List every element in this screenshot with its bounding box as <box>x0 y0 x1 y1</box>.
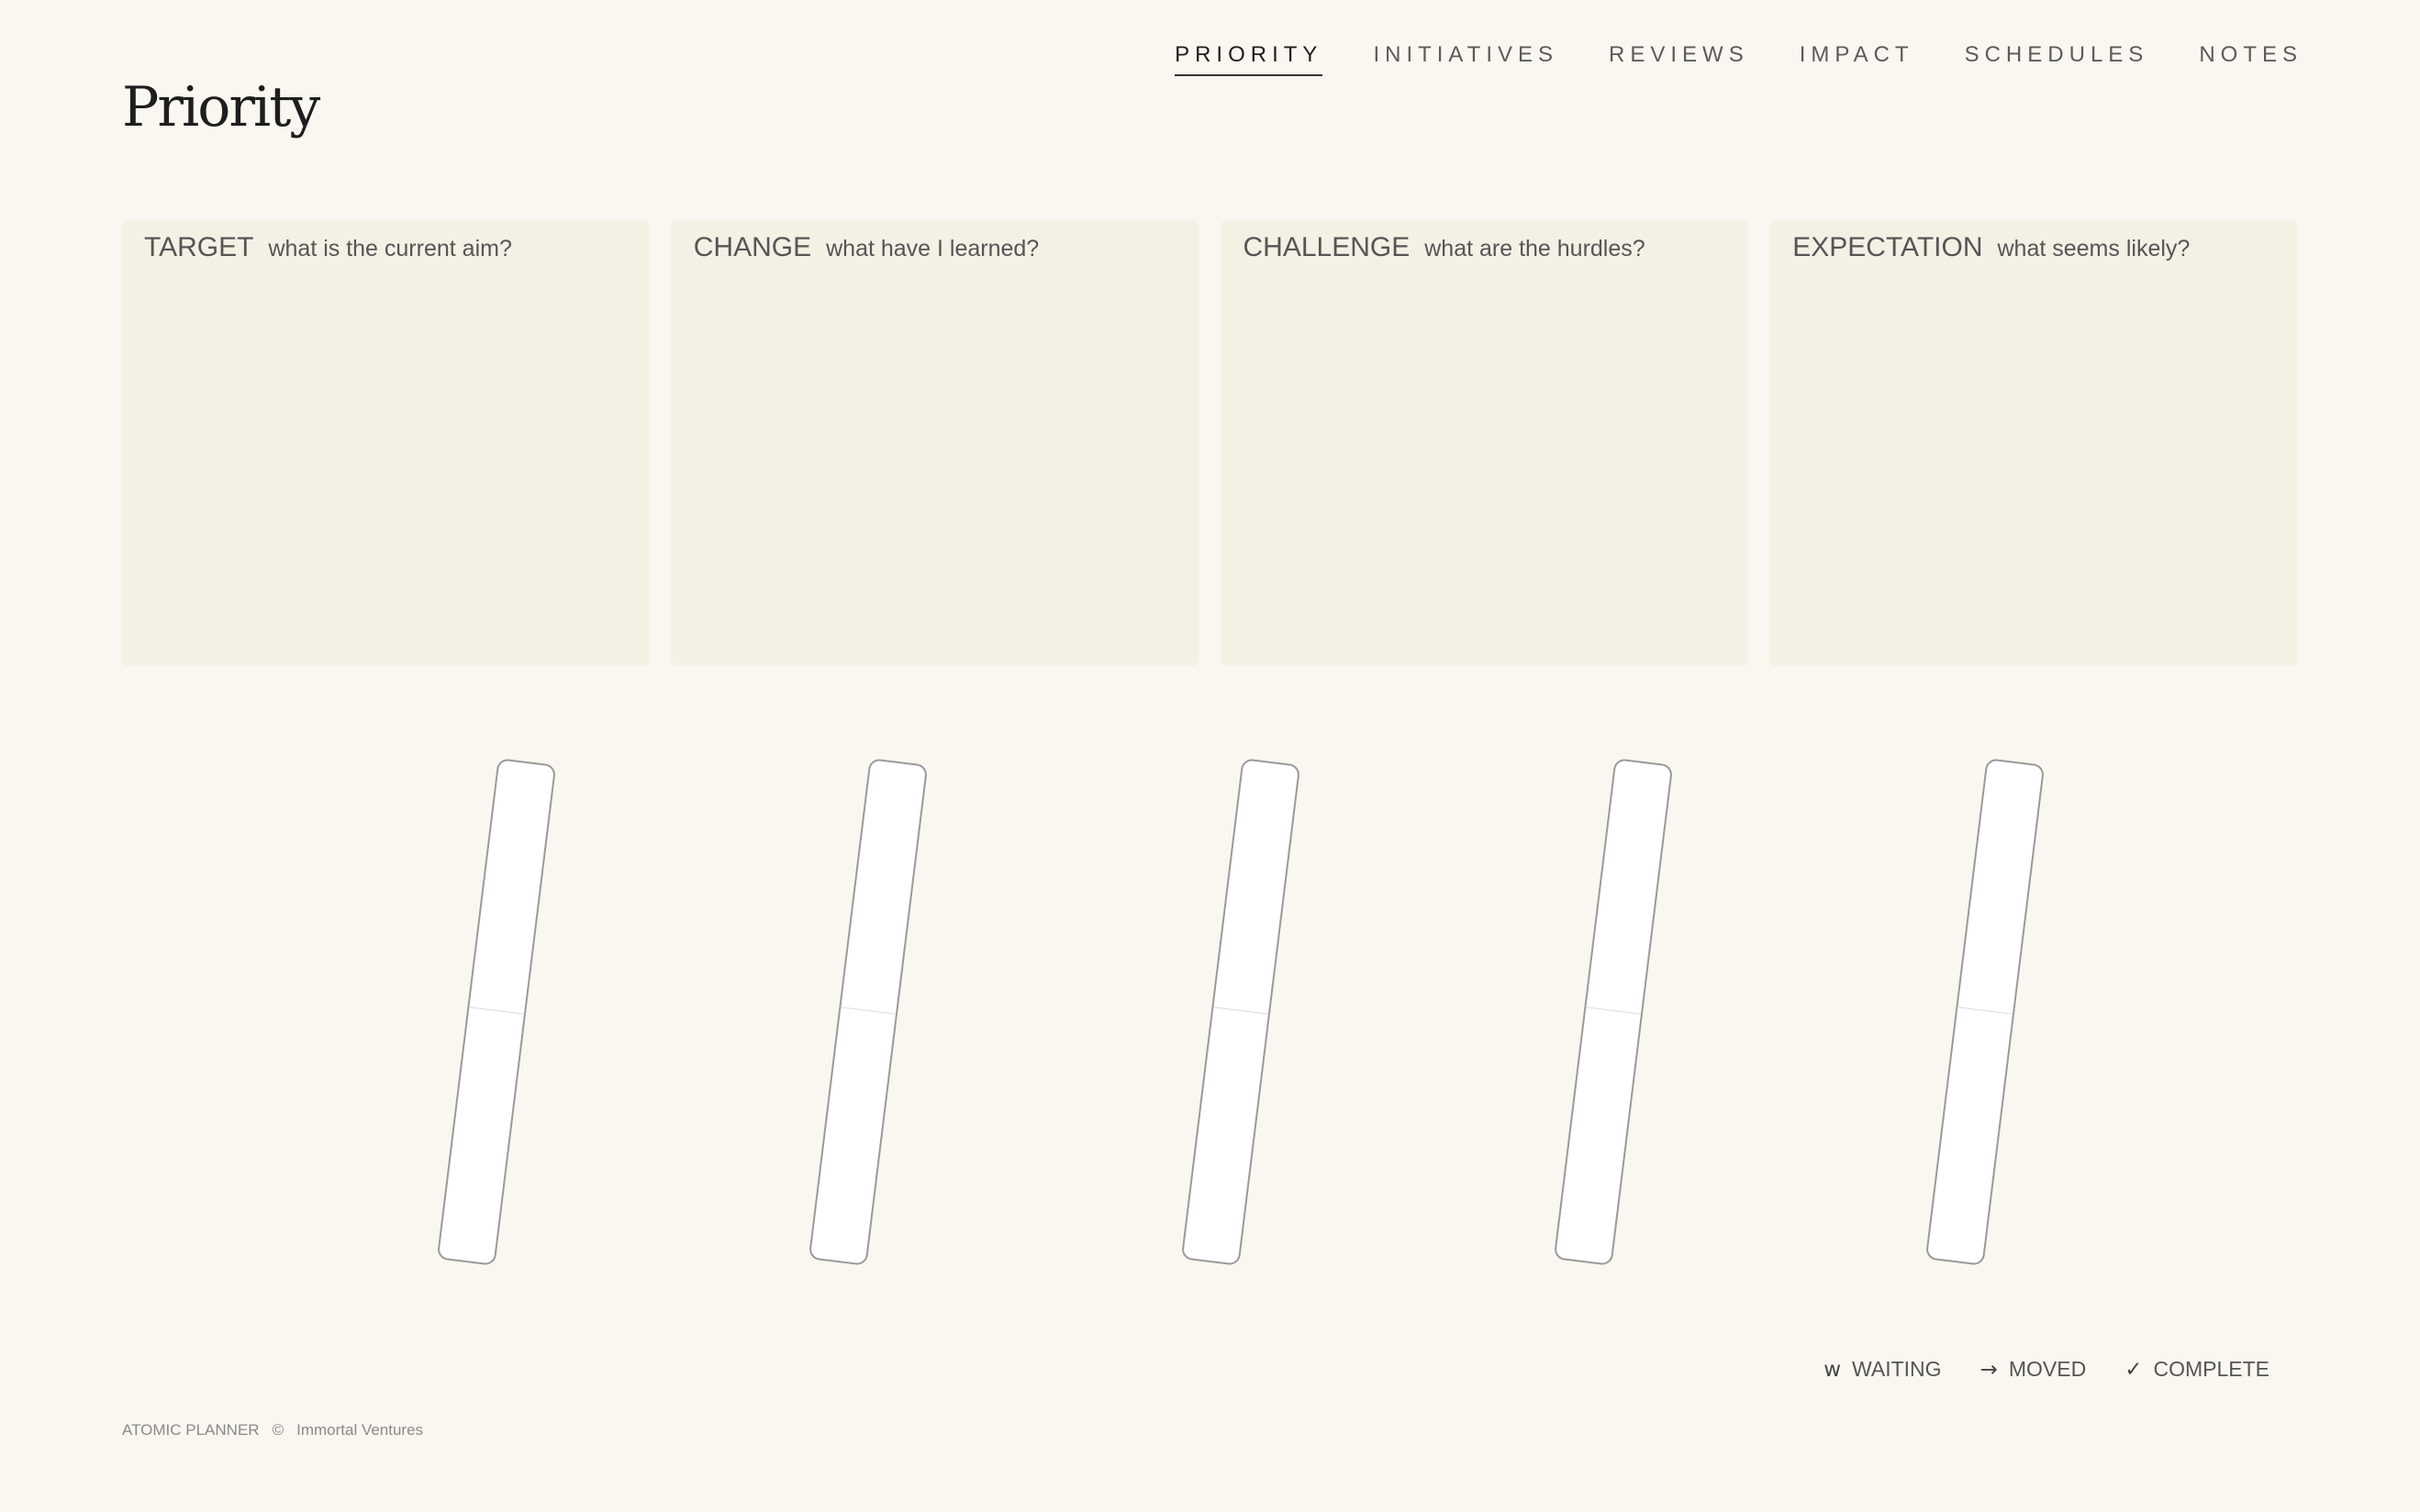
priority-bar-body[interactable] <box>1924 758 2046 1266</box>
card-title: CHALLENGE <box>1243 232 1411 262</box>
card-title: CHANGE <box>693 232 812 262</box>
legend-label: WAITING <box>1852 1357 1942 1381</box>
card-header: TARGET what is the current aim? <box>144 232 627 263</box>
priority-bars <box>0 734 2420 1303</box>
priority-bar-1[interactable] <box>436 758 557 1266</box>
card-header: CHANGE what have I learned? <box>694 232 1177 263</box>
card-question: what seems likely? <box>1997 236 2191 261</box>
legend-complete: ✓ COMPLETE <box>2124 1357 2269 1382</box>
top-nav: PRIORITY INITIATIVES REVIEWS IMPACT SCHE… <box>1175 42 2303 76</box>
arrow-right-icon: → <box>1979 1357 1998 1382</box>
card-question: what are the hurdles? <box>1424 236 1645 261</box>
priority-bar-4[interactable] <box>1553 758 1674 1266</box>
card-target[interactable]: TARGET what is the current aim? <box>122 221 649 665</box>
footer-company: Immortal Ventures <box>296 1421 424 1439</box>
status-legend: w WAITING → MOVED ✓ COMPLETE <box>1823 1357 2269 1382</box>
legend-label: MOVED <box>2008 1357 2087 1381</box>
priority-bar-2[interactable] <box>808 758 929 1266</box>
nav-tab-initiatives[interactable]: INITIATIVES <box>1373 42 1558 76</box>
waiting-icon: w <box>1823 1357 1842 1382</box>
card-expectation[interactable]: EXPECTATION what seems likely? <box>1770 221 2297 665</box>
nav-tab-notes[interactable]: NOTES <box>2199 42 2303 76</box>
footer: ATOMIC PLANNER © Immortal Ventures <box>122 1421 423 1440</box>
priority-bar-body[interactable] <box>1553 758 1674 1266</box>
priority-bar-5[interactable] <box>1924 758 2046 1266</box>
nav-tab-priority[interactable]: PRIORITY <box>1175 42 1323 76</box>
nav-tab-impact[interactable]: IMPACT <box>1800 42 1914 76</box>
card-change[interactable]: CHANGE what have I learned? <box>671 221 1199 665</box>
priority-bar-body[interactable] <box>1180 758 1301 1266</box>
legend-waiting: w WAITING <box>1823 1357 1941 1382</box>
card-challenge[interactable]: CHALLENGE what are the hurdles? <box>1221 221 1748 665</box>
priority-bar-3[interactable] <box>1180 758 1301 1266</box>
checkmark-icon: ✓ <box>2124 1357 2143 1382</box>
card-question: what is the current aim? <box>268 236 512 261</box>
card-title: EXPECTATION <box>1792 232 1983 262</box>
reflection-cards: TARGET what is the current aim? CHANGE w… <box>122 221 2297 665</box>
priority-bar-body[interactable] <box>808 758 929 1266</box>
page-title: Priority <box>122 75 320 139</box>
footer-app-name: ATOMIC PLANNER <box>122 1421 260 1439</box>
copyright-icon: © <box>272 1421 284 1439</box>
card-header: EXPECTATION what seems likely? <box>1792 232 2275 263</box>
nav-tab-reviews[interactable]: REVIEWS <box>1609 42 1749 76</box>
priority-bar-body[interactable] <box>436 758 557 1266</box>
legend-moved: → MOVED <box>1980 1357 2087 1382</box>
card-question: what have I learned? <box>826 236 1040 261</box>
card-header: CHALLENGE what are the hurdles? <box>1243 232 1726 263</box>
legend-label: COMPLETE <box>2153 1357 2269 1381</box>
nav-tab-schedules[interactable]: SCHEDULES <box>1965 42 2149 76</box>
card-title: TARGET <box>144 232 254 262</box>
